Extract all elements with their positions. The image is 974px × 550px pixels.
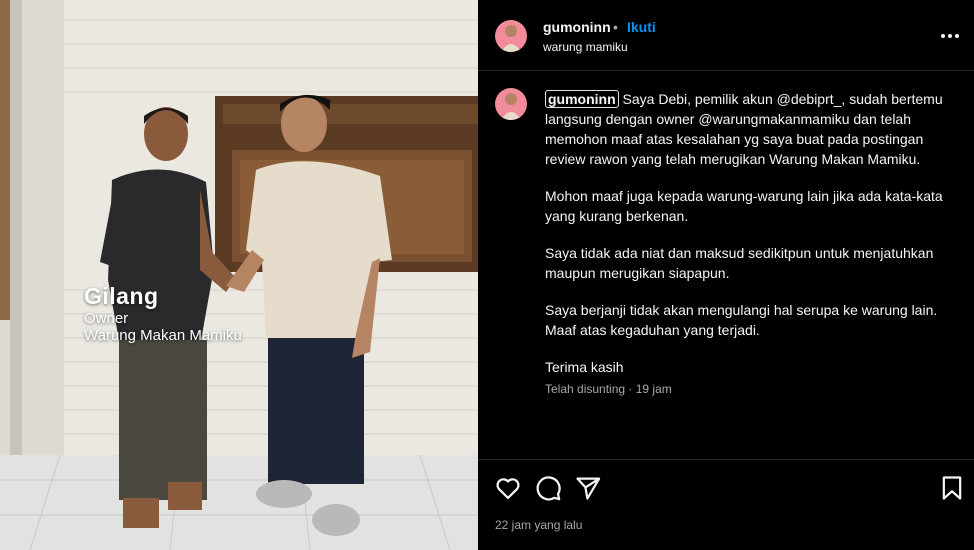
caption-role: Owner <box>84 310 129 327</box>
separator-dot: • <box>613 19 618 35</box>
caption-author-link[interactable]: gumoninn <box>545 90 619 108</box>
more-options-icon[interactable] <box>938 26 962 46</box>
follow-button[interactable]: Ikuti <box>627 19 656 35</box>
post-side-panel: gumoninn • Ikuti warung mamiku gumoninn … <box>478 0 974 550</box>
location-link[interactable]: warung mamiku <box>543 40 628 54</box>
paper-plane-icon[interactable] <box>574 474 602 502</box>
post-timestamp[interactable]: 22 jam yang lalu <box>495 518 582 532</box>
caption-avatar[interactable] <box>495 88 527 120</box>
caption-paragraph: Saya tidak ada niat dan maksud sedikitpu… <box>545 245 934 281</box>
avatar-picture <box>501 93 521 120</box>
caption-text: gumoninn Saya Debi, pemilik akun @debipr… <box>545 89 950 399</box>
username-link[interactable]: gumoninn <box>543 19 611 35</box>
caption-paragraph: Mohon maaf juga kepada warung-warung lai… <box>545 188 943 224</box>
action-bar: 22 jam yang lalu <box>478 459 974 550</box>
post-photo[interactable]: Gilang Owner Warung Makan Mamiku <box>0 0 478 550</box>
caption-section: gumoninn Saya Debi, pemilik akun @debipr… <box>478 72 974 459</box>
photo-illustration <box>0 0 478 550</box>
caption-name: Gilang <box>84 283 159 309</box>
comment-icon[interactable] <box>534 474 562 502</box>
caption-paragraph: Saya berjanji tidak akan mengulangi hal … <box>545 302 938 338</box>
caption-paragraph: gumoninn Saya Debi, pemilik akun @debipr… <box>545 89 950 169</box>
post-header: gumoninn • Ikuti warung mamiku <box>478 0 974 71</box>
caption-meta: Telah disunting · 19 jam <box>545 382 672 396</box>
bookmark-icon[interactable] <box>938 474 966 502</box>
photo-caption: Gilang Owner Warung Makan Mamiku <box>84 282 242 345</box>
avatar[interactable] <box>495 20 527 52</box>
heart-icon[interactable] <box>494 474 522 502</box>
caption-paragraph: Terima kasih <box>545 359 624 375</box>
avatar-picture <box>501 25 521 52</box>
caption-place: Warung Makan Mamiku <box>84 327 242 344</box>
